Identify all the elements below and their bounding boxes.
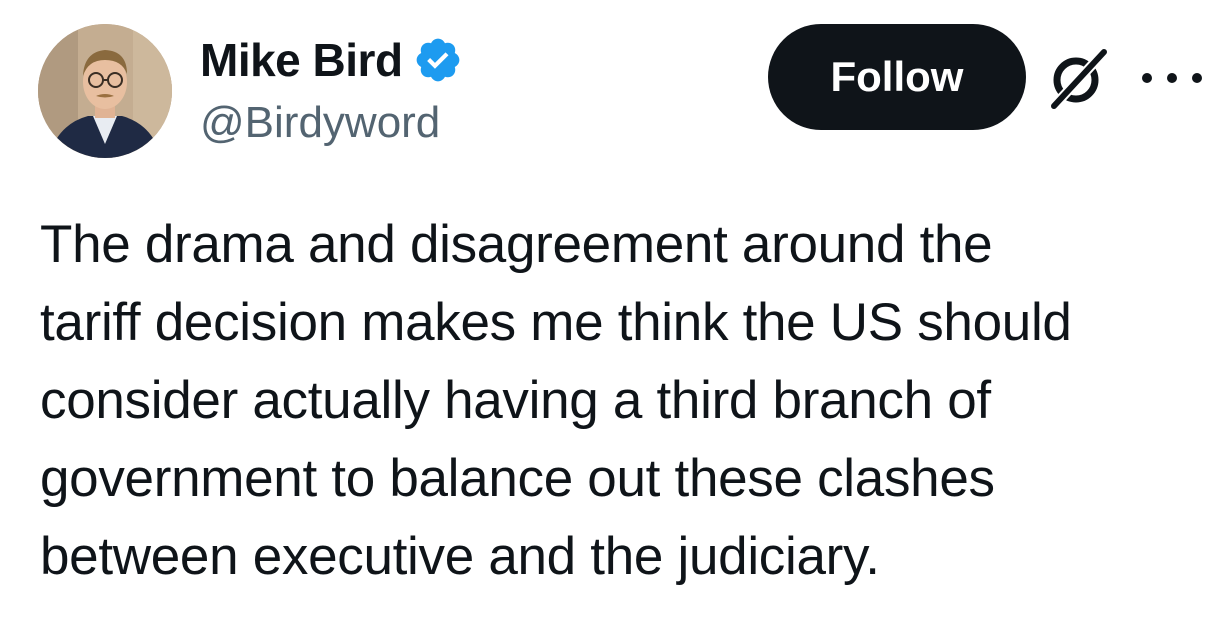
author-avatar[interactable] (38, 24, 172, 158)
tweet-text-line: between executive and the judiciary. (40, 527, 880, 586)
tweet-text-line: consider actually having a third branch … (40, 371, 991, 430)
tweet-text: The drama and disagreement around the ta… (40, 206, 1220, 596)
verified-badge-icon[interactable] (413, 35, 463, 85)
more-dot-icon (1192, 73, 1202, 83)
avatar-photo-icon (38, 24, 172, 158)
grok-icon[interactable] (1040, 46, 1116, 112)
tweet-text-line: government to balance out these clashes (40, 449, 995, 508)
more-dot-icon (1167, 73, 1177, 83)
more-dot-icon (1142, 73, 1152, 83)
tweet-text-line: The drama and disagreement around the (40, 215, 993, 274)
author-display-name[interactable]: Mike Bird (200, 33, 403, 87)
more-options-icon[interactable] (1142, 60, 1202, 96)
follow-button[interactable]: Follow (768, 24, 1026, 130)
tweet-card: Mike Bird @Birdyword Follow The drama an… (0, 0, 1228, 624)
author-name-row: Mike Bird (200, 30, 463, 90)
tweet-text-line: tariff decision makes me think the US sh… (40, 293, 1072, 352)
author-handle[interactable]: @Birdyword (200, 98, 440, 148)
